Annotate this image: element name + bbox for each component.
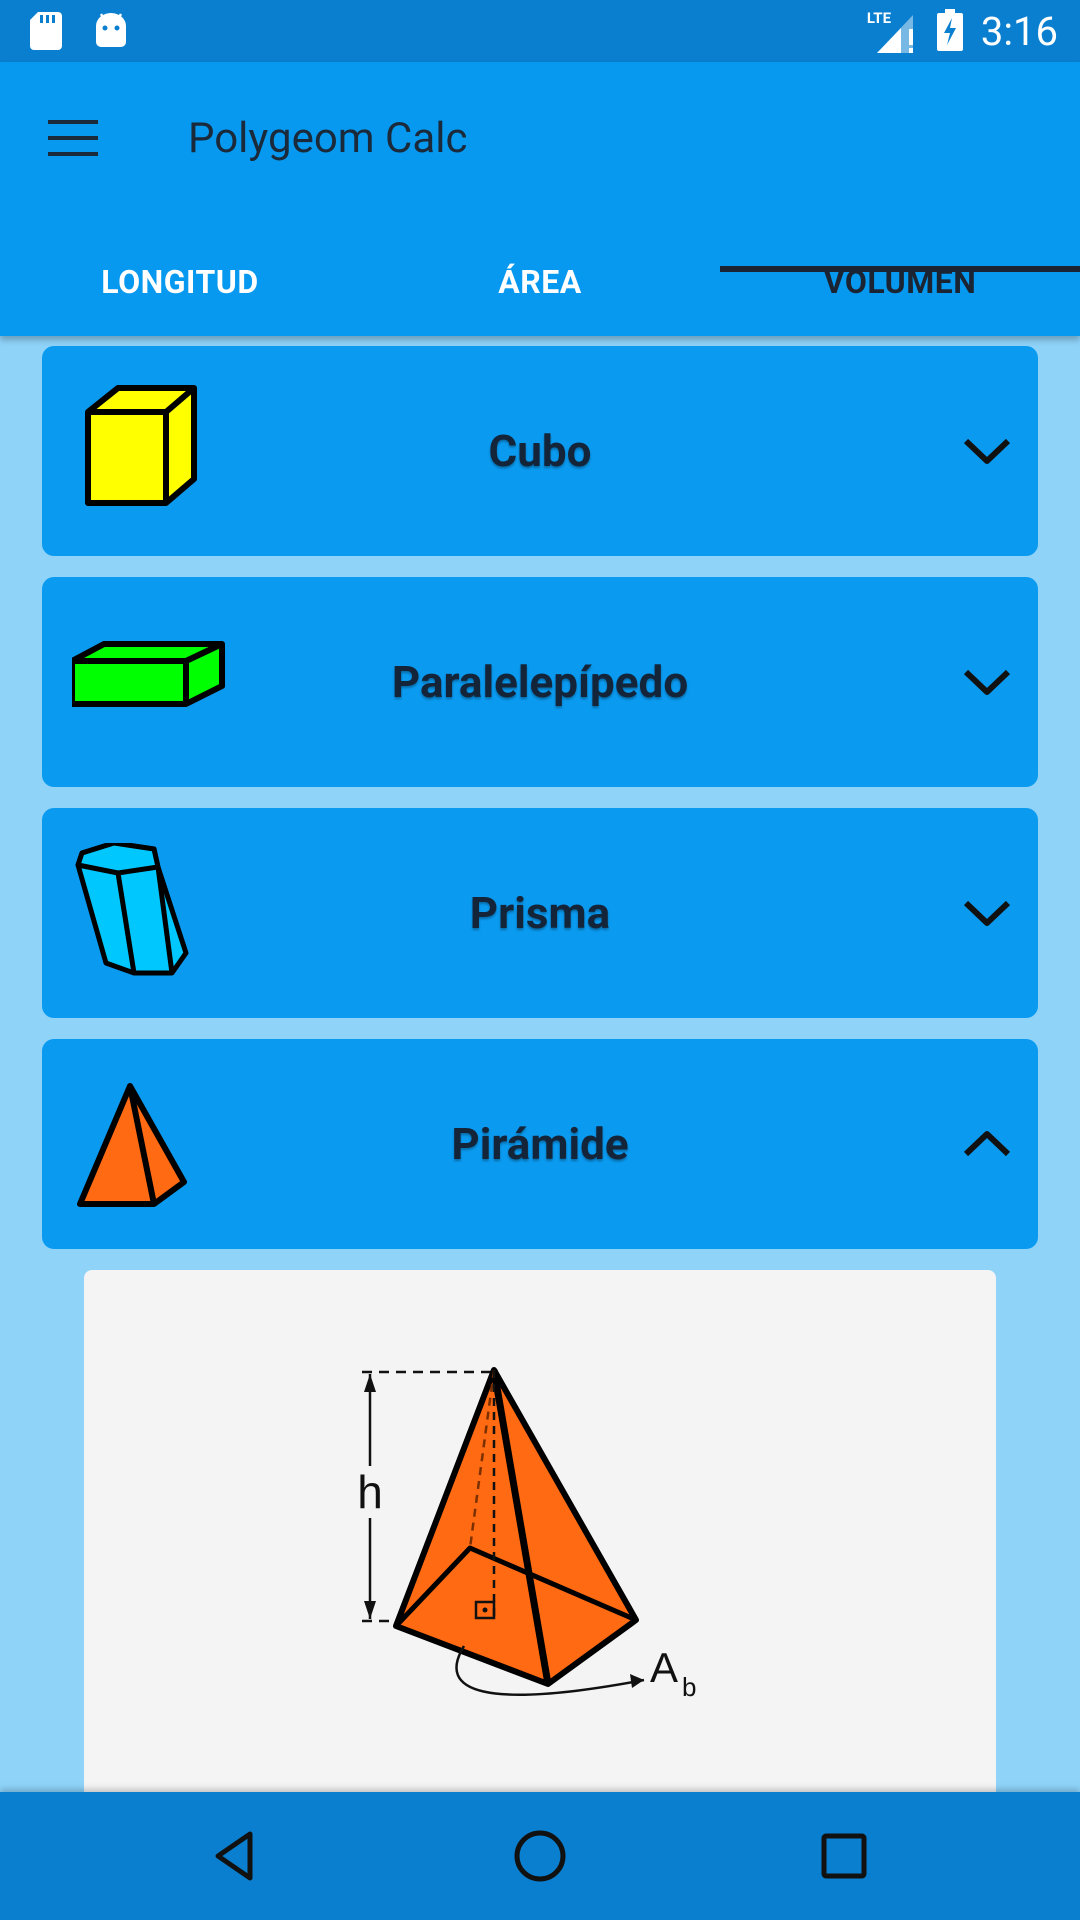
chevron-down-icon[interactable] [962,893,1012,933]
tab-bar: LONGITUD ÁREA VOLUMEN [0,228,1080,336]
sd-card-icon [30,12,62,54]
pyramid-diagram: h A b [352,1367,696,1702]
back-icon[interactable] [206,1826,266,1886]
shape-card-paralelepipedo[interactable]: Paralelepípedo [42,577,1038,787]
base-area-label: A [650,1644,678,1691]
shape-card-prisma[interactable]: Prisma [42,808,1038,1018]
home-icon[interactable] [510,1826,570,1886]
tab-area[interactable]: ÁREA [360,228,720,336]
chevron-up-icon[interactable] [962,1124,1012,1164]
status-clock: 3:16 [980,8,1058,55]
shape-list[interactable]: Cubo Paralelepípedo Prisma Pirámide h A … [0,336,1080,1792]
active-tab-indicator [720,266,1080,272]
tab-longitud[interactable]: LONGITUD [0,228,360,336]
network-type-label: LTE [866,8,892,27]
shape-label: Cubo [488,425,592,477]
tab-volumen[interactable]: VOLUMEN [720,228,1080,336]
navigation-bar [0,1792,1080,1920]
android-icon [94,12,128,54]
status-bar: LTE 3:16 [0,0,1080,62]
shape-card-piramide[interactable]: Pirámide [42,1039,1038,1249]
shape-label: Pirámide [451,1118,629,1170]
shape-card-cubo[interactable]: Cubo [42,346,1038,556]
chevron-down-icon[interactable] [962,431,1012,471]
height-label: h [357,1466,383,1518]
chevron-down-icon[interactable] [962,662,1012,702]
pyramid-detail-panel: h A b [84,1270,996,1792]
hamburger-menu-icon[interactable] [46,118,100,158]
app-bar: Polygeom Calc LONGITUD ÁREA VOLUMEN [0,62,1080,336]
recents-icon[interactable] [814,1826,874,1886]
shape-label: Prisma [469,887,611,939]
signal-icon: LTE [867,9,919,55]
shape-label: Paralelepípedo [391,656,689,708]
battery-charging-icon [936,8,963,55]
base-area-subscript: b [682,1672,696,1702]
app-title: Polygeom Calc [188,114,468,163]
